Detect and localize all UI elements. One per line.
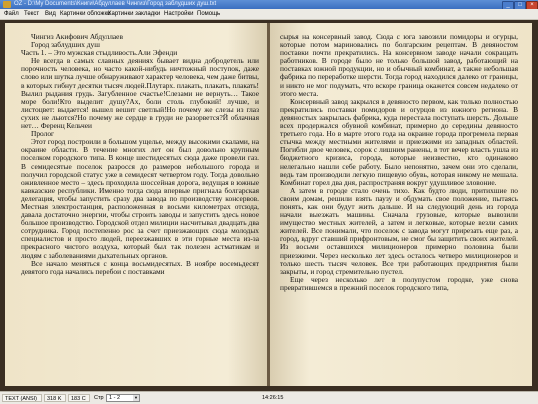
menu-bar: Файл Текст Вид Картинки обложки Картинки… bbox=[0, 9, 538, 20]
left-page-text: Чингиз Акифович Абдуллаев Город заблудши… bbox=[21, 32, 259, 276]
menu-text[interactable]: Текст bbox=[24, 9, 39, 19]
paragraph: Еще через несколько лет в полупустом гор… bbox=[280, 274, 518, 292]
window-title: OZ - D:\My Documents\Книги\Абдуллаев Чин… bbox=[14, 1, 217, 7]
status-encoding: TEXT (ANSI) bbox=[2, 394, 42, 402]
right-page-text: сырья на консервный завод. Сюда с юга за… bbox=[280, 32, 518, 292]
paragraph: А затем в городе стало очень тихо. Как б… bbox=[280, 185, 518, 276]
paragraph: сырья на консервный завод. Сюда с юга за… bbox=[280, 32, 518, 98]
paragraph: Этот город построили в большом ущелье, м… bbox=[21, 137, 259, 260]
menu-settings[interactable]: Настройки bbox=[164, 9, 193, 19]
status-position: 183 C bbox=[68, 394, 90, 402]
app-icon bbox=[3, 1, 11, 8]
status-file-size: 318 K bbox=[44, 394, 66, 402]
paragraph: Не всегда в самых славных деяниях бывает… bbox=[21, 56, 259, 131]
book-view: Чингиз Акифович Абдуллаев Город заблудши… bbox=[0, 20, 538, 391]
page-selector-value: 1 - 2 bbox=[109, 395, 121, 401]
status-bar: TEXT (ANSI) 318 K 183 C Стр 1 - 2 ▼ 14:2… bbox=[0, 391, 538, 404]
title-bar: OZ - D:\My Documents\Книги\Абдуллаев Чин… bbox=[0, 0, 538, 10]
left-page[interactable]: Чингиз Акифович Абдуллаев Город заблудши… bbox=[5, 23, 267, 386]
paragraph: Консервный завод закрылся в девяносто пе… bbox=[280, 96, 518, 187]
paragraph: Все начало меняться с конца восьмидесяты… bbox=[21, 258, 259, 276]
menu-help[interactable]: Помощь bbox=[197, 9, 220, 19]
status-time: 14:26:15 bbox=[262, 395, 284, 401]
menu-file[interactable]: Файл bbox=[4, 9, 19, 19]
menu-bookmark-images[interactable]: Картинки закладки bbox=[108, 9, 160, 19]
right-page[interactable]: сырья на консервный завод. Сюда с юга за… bbox=[270, 23, 532, 386]
menu-view[interactable]: Вид bbox=[45, 9, 56, 19]
page-selector[interactable]: 1 - 2 ▼ bbox=[106, 394, 140, 402]
status-page-label: Стр bbox=[94, 395, 104, 401]
chevron-down-icon[interactable]: ▼ bbox=[133, 395, 139, 401]
menu-cover-images[interactable]: Картинки обложки bbox=[60, 9, 110, 19]
